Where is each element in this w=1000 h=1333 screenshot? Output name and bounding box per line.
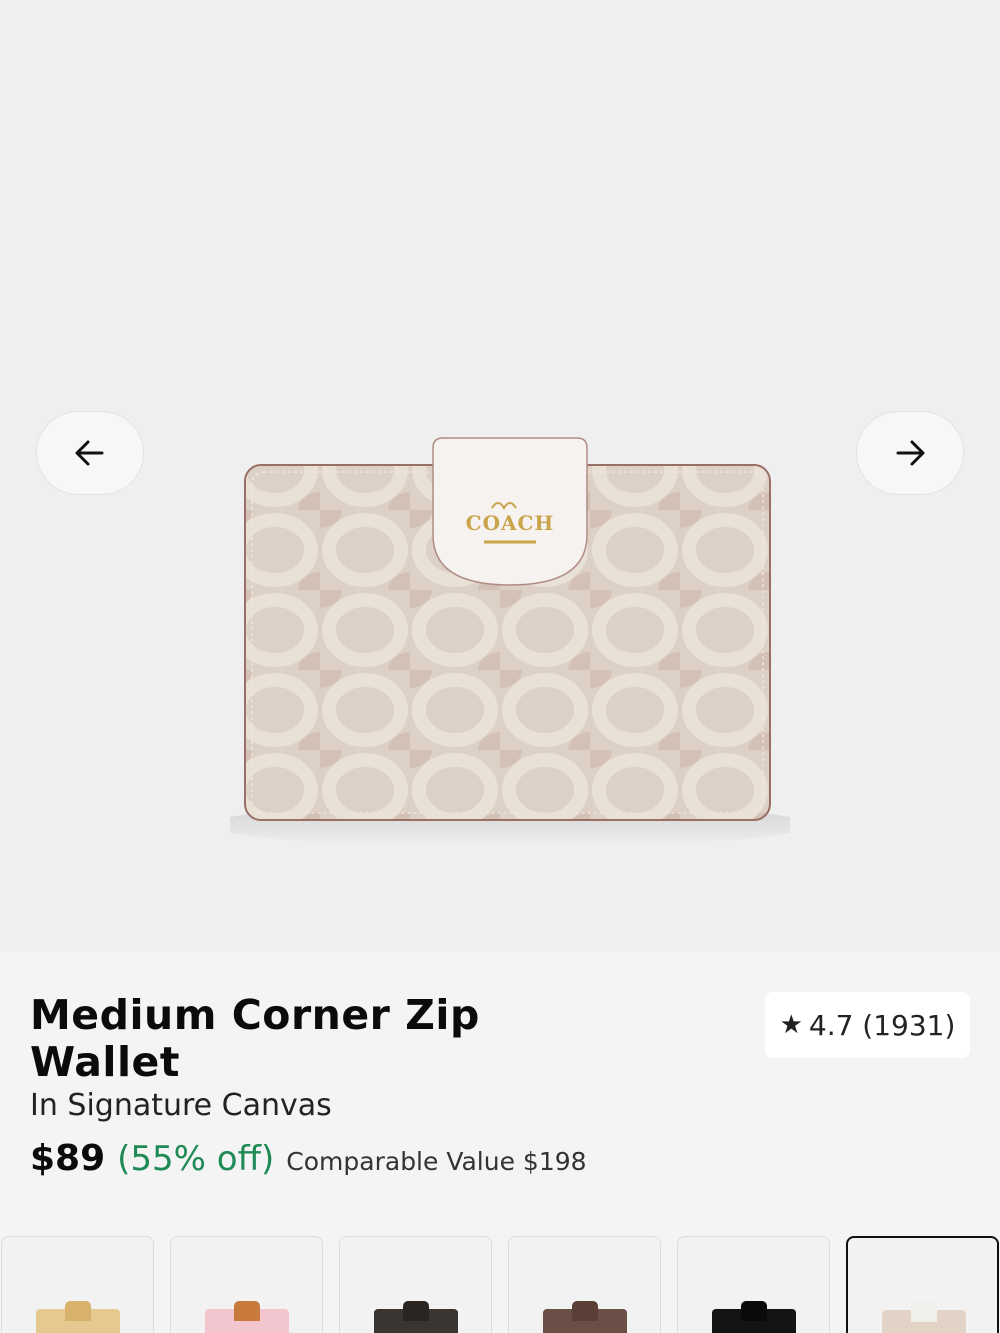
sale-price: $89	[30, 1138, 106, 1179]
swatch-wallet-tab	[65, 1301, 91, 1321]
color-swatch-brown[interactable]	[508, 1236, 661, 1333]
product-image: COACH	[230, 437, 790, 847]
color-swatch-sand-chalk[interactable]	[846, 1236, 999, 1333]
arrow-left-icon	[75, 440, 104, 466]
previous-image-button[interactable]	[36, 411, 144, 495]
swatch-wallet-tab	[911, 1302, 937, 1322]
discount-percent: (55% off)	[117, 1139, 275, 1179]
swatch-wallet-tab	[403, 1301, 429, 1321]
svg-text:COACH: COACH	[466, 511, 555, 535]
product-subtitle: In Signature Canvas	[30, 1088, 332, 1123]
price-row: $89 (55% off) Comparable Value $198	[30, 1138, 587, 1179]
product-gallery: COACH	[0, 0, 1000, 952]
color-swatch-pink[interactable]	[170, 1236, 323, 1333]
product-title: Medium Corner Zip Wallet	[30, 991, 480, 1086]
rating-text: 4.7 (1931)	[808, 1008, 956, 1042]
swatch-wallet-tab	[234, 1301, 260, 1321]
swatch-wallet-tab	[741, 1301, 767, 1321]
star-icon: ★	[779, 1010, 803, 1040]
rating-badge[interactable]: ★ 4.7 (1931)	[765, 992, 970, 1058]
comparable-value: Comparable Value $198	[286, 1147, 587, 1176]
color-swatch-brown-black[interactable]	[339, 1236, 492, 1333]
color-swatch-black[interactable]	[677, 1236, 830, 1333]
arrow-right-icon	[896, 440, 925, 466]
swatch-wallet-tab	[572, 1301, 598, 1321]
color-swatches	[0, 1236, 1000, 1333]
color-swatch-tan[interactable]	[1, 1236, 154, 1333]
next-image-button[interactable]	[856, 411, 964, 495]
